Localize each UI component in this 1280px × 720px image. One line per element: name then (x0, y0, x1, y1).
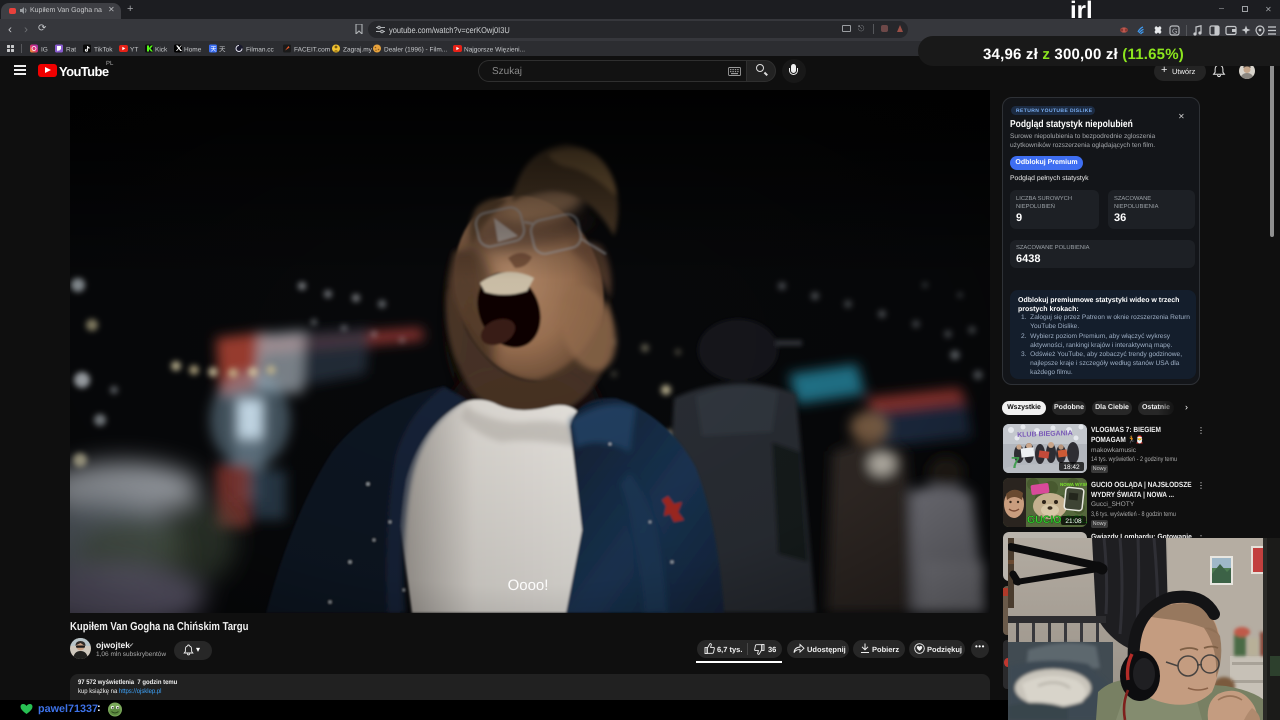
svg-text:Home: Home (184, 47, 202, 54)
svg-text:天: 天 (211, 46, 217, 53)
svg-text:IG: IG (41, 47, 48, 54)
svg-text:18:42: 18:42 (1063, 464, 1080, 471)
svg-text:Oooo!: Oooo! (508, 577, 549, 594)
svg-text:YT: YT (130, 47, 138, 54)
svg-text:TikTok: TikTok (94, 47, 113, 54)
svg-text:天: 天 (219, 47, 226, 54)
svg-text:Rat: Rat (66, 47, 76, 54)
svg-text:Zagraj.my: Zagraj.my (343, 47, 373, 54)
svg-text:21:08: 21:08 (1065, 518, 1082, 525)
svg-text:Dealer (1996) - Film...: Dealer (1996) - Film... (384, 47, 447, 54)
svg-text:Najgorsze Więzieni...: Najgorsze Więzieni... (464, 47, 525, 54)
svg-text:NOWA WYSPA: NOWA WYSPA (1060, 482, 1087, 487)
svg-text:Filman.cc: Filman.cc (246, 47, 275, 54)
svg-text:G: G (1172, 29, 1177, 36)
svg-text:FACEIT.com: FACEIT.com (294, 47, 330, 54)
svg-text:Kick: Kick (155, 47, 168, 54)
svg-text:7: 7 (1011, 455, 1020, 472)
